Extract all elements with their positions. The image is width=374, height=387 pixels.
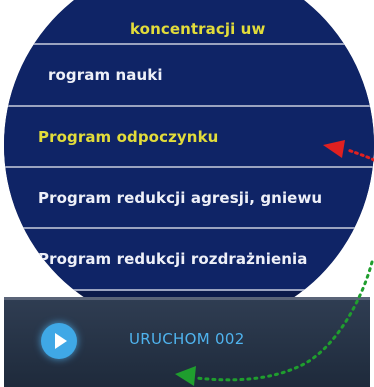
menu-item-label: Program redukcji rozdrażnienia <box>38 250 308 268</box>
run-bar[interactable]: URUCHOM 002 <box>4 297 370 387</box>
menu-item-label: Program odpoczynku <box>38 127 219 146</box>
device-display: koncentracji uw rogram nauki Program odp… <box>0 0 374 387</box>
menu-item-aggression-reduction[interactable]: Program redukcji agresji, gniewu <box>4 168 374 229</box>
menu-item-label: rogram nauki <box>48 66 163 84</box>
program-menu: koncentracji uw rogram nauki Program odp… <box>4 0 374 330</box>
play-icon[interactable] <box>41 323 77 359</box>
menu-item-relaxation[interactable]: Program odpoczynku <box>4 107 374 168</box>
menu-item-learning[interactable]: rogram nauki <box>4 45 374 107</box>
run-button-label[interactable]: URUCHOM 002 <box>129 330 245 348</box>
menu-item-label: koncentracji uw <box>130 19 266 38</box>
menu-item-concentration[interactable]: koncentracji uw <box>4 0 374 45</box>
menu-item-label: Program redukcji agresji, gniewu <box>38 188 323 207</box>
menu-item-irritability-reduction[interactable]: Program redukcji rozdrażnienia <box>4 229 374 291</box>
